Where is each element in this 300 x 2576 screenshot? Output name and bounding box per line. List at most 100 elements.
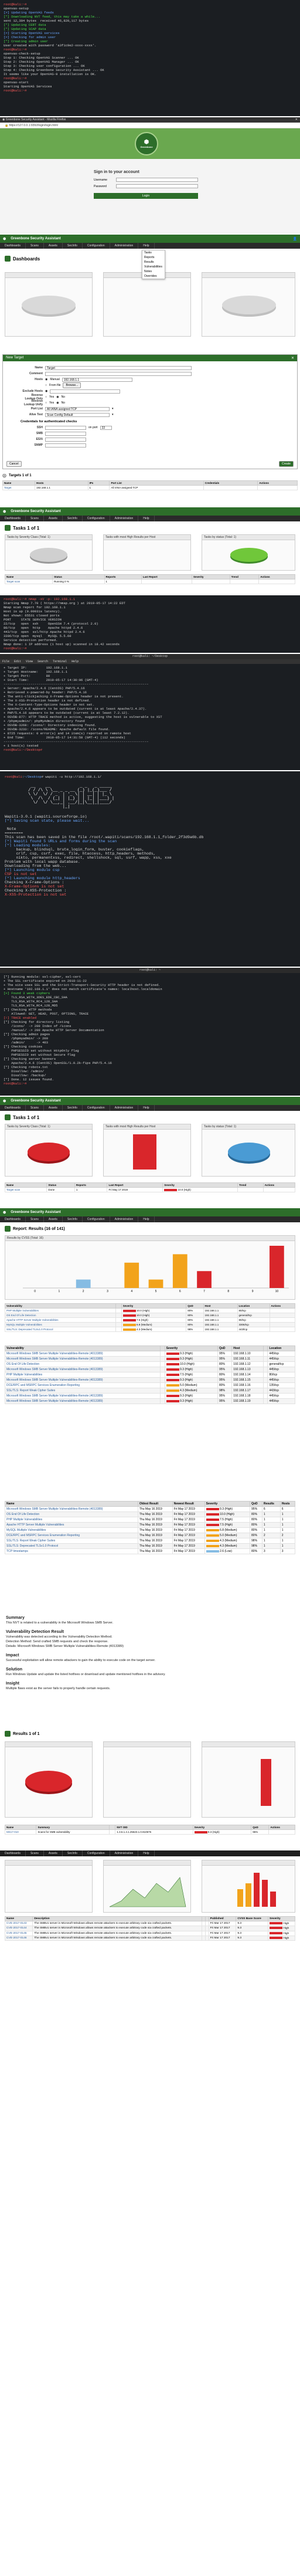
user-icon[interactable]: 👤: [293, 237, 297, 241]
column-header[interactable]: Newest Result: [172, 1501, 205, 1507]
column-header[interactable]: Actions: [268, 1825, 295, 1830]
snmp-select[interactable]: [45, 443, 86, 448]
table-cell[interactable]: Microsoft Windows SMB Server Multiple Vu…: [5, 1367, 161, 1372]
cancel-button[interactable]: Cancel: [6, 461, 22, 467]
menu-item-overrides[interactable]: Overrides: [142, 274, 165, 279]
column-header[interactable]: Name: [5, 1501, 138, 1507]
menu-item-results[interactable]: Results: [142, 260, 165, 265]
nav-item-assets[interactable]: Assets: [44, 1216, 63, 1222]
column-header[interactable]: Credentials: [203, 480, 258, 486]
column-header[interactable]: Status: [52, 574, 105, 579]
table-row[interactable]: PHP Multiple Vulnerabilities 10.0 (High)…: [5, 1308, 296, 1313]
table-cell[interactable]: Target scan: [4, 1187, 47, 1192]
table-row[interactable]: Target scan Done 1 Fri May 17 2019 10.0 (Hi…: [4, 1187, 296, 1192]
table-row[interactable]: Apache HTTP Server Multiple Vulnerabilit…: [5, 1317, 296, 1323]
table-row[interactable]: OS End Of Life Detection Thu May 16 2019 F…: [5, 1511, 296, 1517]
table-cell[interactable]: Target: [2, 485, 36, 490]
name-input[interactable]: Target: [45, 365, 192, 370]
table-cell[interactable]: Microsoft Windows SMB Server Multiple Vu…: [5, 1393, 161, 1399]
nav-item-secinfo[interactable]: SecInfo: [63, 1105, 83, 1111]
menu-item-help[interactable]: Help: [71, 659, 79, 664]
table-row[interactable]: Microsoft Windows SMB Server Multiple Vu…: [5, 1377, 295, 1383]
nav-item-secinfo[interactable]: SecInfo: [63, 243, 83, 249]
table-row[interactable]: PHP Multiple Vulnerabilities Thu May 16 2…: [5, 1517, 296, 1523]
table-row[interactable]: DCE/RPC and MSRPC Services Enumeration R…: [5, 1382, 295, 1388]
table-row[interactable]: CVE-2017-0143 The SMBv1 server in Microso…: [4, 1920, 295, 1927]
browse-button[interactable]: Browse...: [63, 382, 81, 388]
table-cell[interactable]: MySQL Multiple Vulnerabilities: [5, 1527, 138, 1533]
column-header[interactable]: QoD: [250, 1501, 262, 1507]
column-header[interactable]: Hosts: [279, 1501, 296, 1507]
cvss-bar[interactable]: [269, 1246, 284, 1288]
column-header[interactable]: Severity: [192, 1825, 252, 1830]
nav-item-secinfo[interactable]: SecInfo: [63, 516, 83, 521]
username-input[interactable]: [116, 178, 198, 182]
table-cell[interactable]: PHP Multiple Vulnerabilities: [5, 1372, 161, 1378]
nav-item-dashboards[interactable]: Dashboards: [0, 516, 26, 521]
table-row[interactable]: OS End Of Life Detection 10.0 (High) 80% 1…: [5, 1361, 295, 1367]
menu-item-file[interactable]: File: [2, 659, 9, 664]
nav-item-dashboards[interactable]: Dashboards: [0, 1216, 26, 1222]
column-header[interactable]: CVSS Base Score: [236, 1916, 269, 1921]
column-header[interactable]: Name: [4, 1825, 37, 1830]
column-header[interactable]: Vulnerability: [5, 1303, 116, 1309]
reverse-yes-radio[interactable]: ○: [45, 395, 47, 399]
nav-item-scans[interactable]: Scans: [26, 243, 44, 249]
table-cell[interactable]: Microsoft Windows SMB Server Multiple Vu…: [5, 1506, 138, 1512]
nav-item-configuration[interactable]: Configuration: [83, 1850, 110, 1856]
menu-item-search[interactable]: Search: [38, 659, 48, 664]
column-header[interactable]: Host: [203, 1303, 238, 1309]
nav-item-dashboards[interactable]: Dashboards: [0, 243, 26, 249]
table-cell[interactable]: OS End Of Life Detection: [5, 1511, 138, 1517]
table-row[interactable]: PHP Multiple Vulnerabilities 7.5 (High) 8…: [5, 1372, 295, 1378]
esxi-select[interactable]: [45, 437, 86, 442]
table-cell[interactable]: Apache HTTP Server Multiple Vulnerabilit…: [5, 1317, 116, 1323]
table-cell[interactable]: PHP Multiple Vulnerabilities: [5, 1308, 116, 1313]
column-header[interactable]: Actions: [258, 574, 295, 579]
column-header[interactable]: Status: [46, 1182, 75, 1188]
close-icon[interactable]: ✕: [295, 118, 298, 121]
table-cell[interactable]: CVE-2017-0145: [4, 1930, 33, 1936]
password-input[interactable]: [116, 184, 198, 188]
menu-item-reports[interactable]: Reports: [142, 255, 165, 260]
table-row[interactable]: Microsoft Windows SMB Server Multiple Vu…: [5, 1393, 295, 1399]
table-row[interactable]: MySQL Multiple Vulnerabilities 6.8 (Medi…: [5, 1322, 296, 1327]
cvss-bar[interactable]: [172, 1254, 188, 1288]
column-header[interactable]: Severity: [121, 1303, 187, 1309]
ssh-select[interactable]: [45, 425, 86, 430]
column-header[interactable]: Description: [32, 1916, 202, 1921]
address-bar[interactable]: 🔒 https://127.0.0.1:9392/login/login.htm…: [0, 123, 300, 128]
column-header[interactable]: QoD: [251, 1825, 270, 1830]
table-cell[interactable]: Target scan: [4, 579, 53, 584]
nav-item-scans[interactable]: Scans: [26, 516, 44, 521]
column-header[interactable]: NVT OID: [115, 1825, 193, 1830]
table-row[interactable]: CVE-2017-0144 The SMBv1 server in Microso…: [4, 1926, 295, 1931]
table-cell[interactable]: Microsoft Windows SMB Server Multiple Vu…: [5, 1356, 161, 1362]
menu-item-edit[interactable]: Edit: [14, 659, 21, 664]
nav-item-configuration[interactable]: Configuration: [83, 1216, 110, 1222]
nav-item-help[interactable]: Help: [138, 1105, 155, 1111]
table-row[interactable]: SSL/TLS: Deprecated TLSv1.0 Protocol 4.3…: [5, 1327, 296, 1332]
nav-item-configuration[interactable]: Configuration: [83, 243, 110, 249]
table-row[interactable]: Microsoft Windows SMB Server Multiple Vu…: [5, 1398, 295, 1404]
column-header[interactable]: Last Report: [107, 1182, 163, 1188]
nav-item-administration[interactable]: Administration: [110, 1850, 139, 1856]
column-header[interactable]: Summary: [36, 1825, 110, 1830]
nav-item-help[interactable]: Help: [138, 1216, 155, 1222]
column-header[interactable]: QoD: [217, 1345, 233, 1351]
unify-no-radio[interactable]: ◉: [56, 401, 59, 405]
column-header[interactable]: Port List: [109, 480, 204, 486]
table-row[interactable]: Apache HTTP Server Multiple Vulnerabilit…: [5, 1522, 296, 1528]
table-cell[interactable]: TCP timestamps: [5, 1548, 138, 1554]
table-cell[interactable]: SSL/TLS: Report Weak Cipher Suites: [5, 1388, 161, 1394]
table-cell[interactable]: MySQL Multiple Vulnerabilities: [5, 1322, 116, 1327]
column-header[interactable]: Severity: [268, 1916, 295, 1921]
nav-item-configuration[interactable]: Configuration: [83, 1105, 110, 1111]
table-row[interactable]: SSL/TLS: Report Weak Cipher Suites 4.3 (…: [5, 1388, 295, 1394]
table-row[interactable]: MySQL Multiple Vulnerabilities Thu May 16…: [5, 1527, 296, 1533]
table-cell[interactable]: OS End Of Life Detection: [5, 1313, 116, 1318]
table-row[interactable]: SSL/TLS: Deprecated TLSv1.0 Protocol Thu …: [5, 1543, 296, 1549]
table-row[interactable]: Microsoft Windows SMB Server Multiple Vu…: [5, 1351, 295, 1357]
column-header[interactable]: Severity: [162, 1182, 238, 1188]
login-button[interactable]: Login: [94, 193, 198, 199]
